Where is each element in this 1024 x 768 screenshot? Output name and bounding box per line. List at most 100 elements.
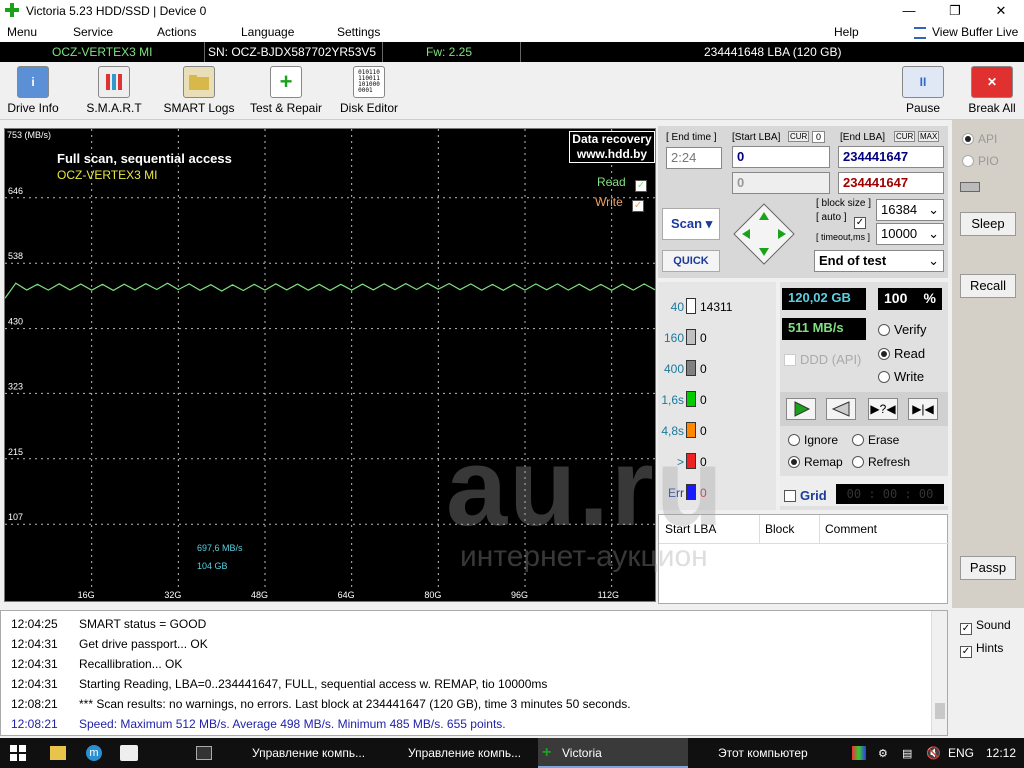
y-tick-label: 430 [8,317,23,327]
keyboard-icon[interactable] [120,745,138,761]
sound-toggle[interactable]: ✓ Sound [960,618,1011,635]
passp-button[interactable]: Passp [960,556,1016,580]
menu-help[interactable]: Help [834,25,859,39]
log-scrollbar[interactable] [931,611,947,735]
end-cur-button[interactable]: CUR [894,131,916,142]
block-stat-count: 0 [700,486,707,500]
maximize-icon[interactable]: ❐ [932,0,978,22]
pause-button[interactable]: II Pause [900,66,946,115]
ignore-option[interactable]: Ignore [788,433,838,447]
erase-option[interactable]: Erase [852,433,899,447]
block-stat-label: 4,8s [661,424,684,438]
close-icon[interactable]: ✕ [978,0,1024,22]
menu-item[interactable]: Language [241,25,294,39]
windows-start-icon[interactable] [10,745,26,761]
console-icon[interactable] [196,746,212,760]
break-all-button[interactable]: ✕ Break All [966,66,1018,115]
drive-info-button[interactable]: i Drive Info [4,66,62,115]
log-time: 12:08:21 [11,697,58,711]
api-option[interactable]: API [962,132,997,146]
read-legend[interactable]: Read ✓ [597,175,651,192]
skip-icon: ▶?◀ [870,402,896,416]
timeout-select[interactable]: 10000 ⌄ [876,223,944,245]
y-tick-label: 646 [8,186,23,196]
menu-item[interactable]: Menu [7,25,37,39]
task-computer-management-2[interactable]: Управление компь... [384,738,532,768]
smart-button[interactable]: S.M.A.R.T [84,66,144,115]
smart-logs-button[interactable]: SMART Logs [162,66,236,115]
block-size-select[interactable]: 16384 ⌄ [876,199,944,221]
y-tick-label: 107 [8,512,23,522]
volume-muted-icon[interactable]: 🔇 [926,746,941,760]
taskbar: m Управление компь... Управление компь..… [0,738,1024,768]
menu-item[interactable]: Actions [157,25,196,39]
end-time-field[interactable]: 2:24 [666,147,722,169]
verify-option[interactable]: Verify [878,322,927,337]
menu-item[interactable]: Settings [337,25,380,39]
auto-checkbox[interactable]: ✓ [854,217,866,229]
block-stat-count: 14311 [700,300,733,314]
stop-icon: ✕ [971,66,1013,98]
block-stat-count: 0 [700,393,707,407]
pio-option[interactable]: PIO [962,154,999,168]
start-lba-field[interactable]: 0 [732,146,830,168]
block-stat-label: > [676,455,684,469]
col-comment: Comment [825,522,878,536]
grid-toggle[interactable]: Grid [784,488,827,503]
minimize-icon[interactable]: — [886,0,932,22]
recall-button[interactable]: Recall [960,274,1016,298]
language-indicator[interactable]: ENG [948,746,974,760]
usb-tray-icon[interactable]: ⚙ [878,747,888,760]
task-victoria[interactable]: + Victoria [538,738,688,768]
task-computer-management-1[interactable]: Управление компь... [228,738,376,768]
end-action-select[interactable]: End of test ⌄ [814,250,944,272]
end-time-label: [ End time ] [666,132,717,143]
end-max-button[interactable]: MAX [918,131,940,142]
explorer-icon[interactable] [50,746,66,760]
log-time: 12:04:31 [11,657,58,671]
play-button[interactable] [786,398,816,420]
remap-option[interactable]: Remap [788,455,843,469]
y-tick-label: 538 [8,251,23,261]
block-size-label: [ block size ] [816,198,872,209]
sleep-button[interactable]: Sleep [960,212,1016,236]
end-lba-field[interactable]: 234441647 [838,146,944,168]
window-title: Victoria 5.23 HDD/SSD | Device 0 [26,4,207,18]
direction-pad[interactable] [732,202,796,266]
sound-hints-panel: ✓ Sound ✓ Hints [952,608,1024,738]
browser-icon[interactable]: m [86,745,102,761]
read-checkbox[interactable]: ✓ [635,180,648,192]
test-repair-button[interactable]: + Test & Repair [246,66,326,115]
write-option[interactable]: Write [878,369,924,384]
write-legend[interactable]: Write ✓ [595,195,648,212]
side-panel: API PIO Sleep Recall Passp [952,120,1024,608]
block-stat-count: 0 [700,455,707,469]
rewind-button[interactable] [826,398,856,420]
disk-editor-button[interactable]: 010110 110011 101000 0001 Disk Editor [338,66,400,115]
write-checkbox[interactable]: ✓ [632,200,645,212]
quick-button[interactable]: QUICK [662,250,720,272]
x-tick-label: 80G [424,590,441,600]
col-block: Block [765,522,795,536]
read-option[interactable]: Read [878,346,925,361]
play-icon [794,401,811,417]
end-button[interactable]: ▶|◀ [908,398,938,420]
view-buffer-live[interactable]: View Buffer Live [932,25,1018,39]
clock[interactable]: 12:12 [986,746,1016,760]
scan-button[interactable]: Scan ▾ [662,208,720,240]
block-stat-count: 0 [700,362,707,376]
color-tray-icon[interactable] [852,746,866,760]
menu-item[interactable]: Service [73,25,113,39]
start-cur-button[interactable]: CUR [788,131,810,142]
back-icon [831,401,850,417]
network-tray-icon[interactable]: ▤ [902,747,912,760]
block-stat-swatch [686,484,696,500]
y-tick-label: 323 [8,381,23,391]
task-this-computer[interactable]: Этот компьютер [694,738,844,768]
skip-button[interactable]: ▶?◀ [868,398,898,420]
hints-toggle[interactable]: ✓ Hints [960,641,1003,658]
recovery-badge[interactable]: Data recovery www.hdd.by [569,131,655,163]
ddd-api-option[interactable]: DDD (API) [784,352,861,367]
auto-label: [ auto ] [816,212,847,223]
refresh-option[interactable]: Refresh [852,455,910,469]
